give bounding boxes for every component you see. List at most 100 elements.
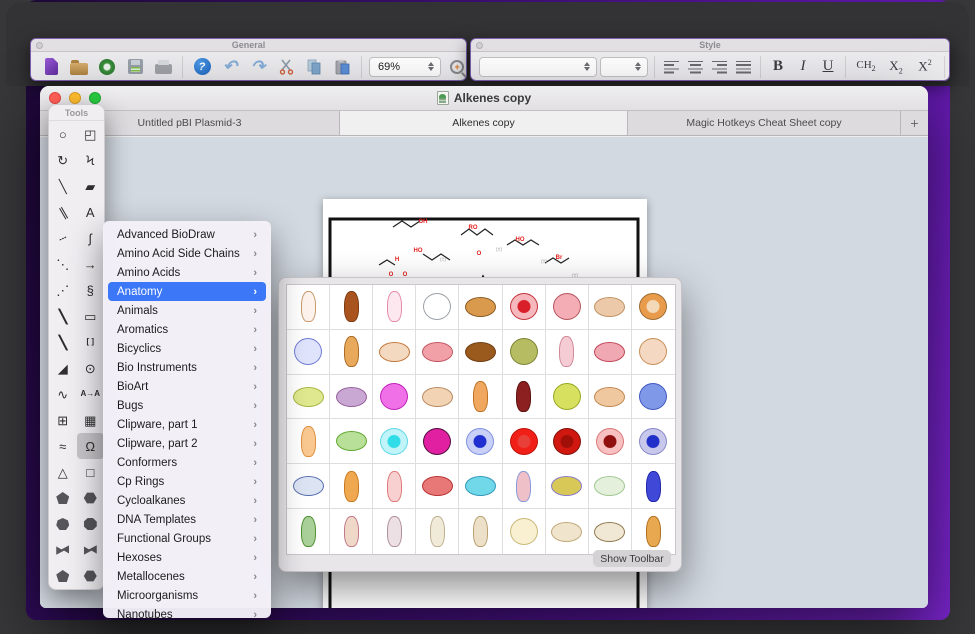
- clipart-heart[interactable]: [546, 285, 589, 330]
- show-toolbar-button[interactable]: Show Toolbar: [593, 550, 671, 567]
- tool-atom-to-atom[interactable]: A→A: [77, 381, 105, 407]
- clipart-dna-colorful[interactable]: [546, 464, 589, 509]
- zoom-level-field[interactable]: 69%: [369, 57, 441, 77]
- clipart-muscle[interactable]: [503, 375, 546, 420]
- menu-item-clipware-part-2[interactable]: Clipware, part 2›: [108, 434, 266, 453]
- save-button[interactable]: [123, 55, 147, 79]
- clipart-ear[interactable]: [632, 330, 675, 375]
- clipart-cancer-cell[interactable]: [416, 419, 459, 464]
- open-button[interactable]: [67, 55, 91, 79]
- menu-item-amino-acids[interactable]: Amino Acids›: [108, 263, 266, 282]
- clipart-liver[interactable]: [459, 330, 502, 375]
- close-window-button[interactable]: [49, 92, 61, 104]
- tool-hexagon-ring[interactable]: [77, 485, 105, 511]
- tool-polymer[interactable]: ≈: [49, 433, 77, 459]
- tool-squiggle[interactable]: ∿: [49, 381, 77, 407]
- clipart-dna-strand-cyan[interactable]: [459, 464, 502, 509]
- tool-benzene-ring[interactable]: [77, 563, 105, 589]
- font-size-select[interactable]: [600, 57, 648, 77]
- tool-wedge-line[interactable]: ╲: [49, 329, 77, 355]
- clipart-uterus[interactable]: [589, 330, 632, 375]
- align-center-button[interactable]: [685, 55, 706, 79]
- tool-orbital[interactable]: ⊙: [77, 355, 105, 381]
- font-family-select[interactable]: [479, 57, 597, 77]
- cut-button[interactable]: [274, 55, 298, 79]
- clipart-brain[interactable]: [459, 285, 502, 330]
- clipart-kidney[interactable]: [330, 330, 373, 375]
- toolbar-close-button[interactable]: [476, 42, 483, 49]
- clipart-neuron-long[interactable]: [330, 419, 373, 464]
- clipart-dna-helix[interactable]: [503, 464, 546, 509]
- align-justify-button[interactable]: [733, 55, 754, 79]
- italic-button[interactable]: I: [792, 55, 814, 79]
- menu-item-dna-templates[interactable]: DNA Templates›: [108, 510, 266, 529]
- tool-multiple-bond[interactable]: ∥: [49, 199, 77, 225]
- tab-magic-hotkeys-cheat-sheet-copy[interactable]: Magic Hotkeys Cheat Sheet copy: [628, 111, 901, 135]
- clipart-femur[interactable]: [459, 509, 502, 554]
- tool-lasso[interactable]: ○: [49, 121, 77, 147]
- formula-button[interactable]: CH2: [852, 55, 880, 79]
- tool-rotate[interactable]: ↻: [49, 147, 77, 173]
- menu-item-conformers[interactable]: Conformers›: [108, 453, 266, 472]
- clipart-rna-pattern[interactable]: [589, 464, 632, 509]
- menu-item-advanced-biodraw[interactable]: Advanced BioDraw›: [108, 225, 266, 244]
- menu-item-metallocenes[interactable]: Metallocenes›: [108, 567, 266, 586]
- clipart-pancreas[interactable]: [287, 375, 330, 420]
- menu-item-bicyclics[interactable]: Bicyclics›: [108, 339, 266, 358]
- tool-arrow[interactable]: →: [77, 251, 105, 277]
- redo-button[interactable]: ↷: [246, 55, 270, 79]
- underline-button[interactable]: U: [817, 55, 839, 79]
- tool-text[interactable]: A: [77, 199, 105, 225]
- clipart-circulatory-figure[interactable]: [373, 509, 416, 554]
- menu-item-functional-groups[interactable]: Functional Groups›: [108, 529, 266, 548]
- tool-triangle-ring[interactable]: △: [49, 459, 77, 485]
- clipart-gland[interactable]: [589, 285, 632, 330]
- menu-item-cp-rings[interactable]: Cp Rings›: [108, 472, 266, 491]
- menu-item-nanotubes[interactable]: Nanotubes›: [108, 605, 266, 618]
- tool-solid-wedge[interactable]: ◢: [49, 355, 77, 381]
- clipart-spine-green[interactable]: [287, 509, 330, 554]
- clipart-chromosome-orange[interactable]: [330, 464, 373, 509]
- print-button[interactable]: [151, 55, 175, 79]
- copy-button[interactable]: [302, 55, 326, 79]
- help-button[interactable]: ?: [190, 55, 214, 79]
- clipart-synapse[interactable]: [632, 375, 675, 420]
- clipart-vertebrae[interactable]: [632, 509, 675, 554]
- new-document-button[interactable]: [39, 55, 63, 79]
- menu-item-cycloalkanes[interactable]: Cycloalkanes›: [108, 491, 266, 510]
- clipart-astrocyte[interactable]: [287, 419, 330, 464]
- undo-button[interactable]: ↶: [218, 55, 242, 79]
- tool-template-panel[interactable]: ▦: [77, 407, 105, 433]
- menu-item-microorganisms[interactable]: Microorganisms›: [108, 586, 266, 605]
- clipart-nerve-cell-magenta[interactable]: [373, 375, 416, 420]
- tool-curve[interactable]: §: [77, 277, 105, 303]
- tool-cyclopentadiene-ring[interactable]: [49, 563, 77, 589]
- clipart-cell-cyan[interactable]: [373, 419, 416, 464]
- tool-bold-bond[interactable]: ╲: [49, 303, 77, 329]
- tool-table[interactable]: ⊞: [49, 407, 77, 433]
- clipart-skeleton[interactable]: [416, 509, 459, 554]
- clipart-blood-cell-stack[interactable]: [589, 419, 632, 464]
- menu-item-hexoses[interactable]: Hexoses›: [108, 548, 266, 567]
- tool-stamp[interactable]: Ω: [77, 433, 105, 459]
- tab-alkenes-copy[interactable]: Alkenes copy: [340, 111, 628, 135]
- tool-rectangle[interactable]: ▭: [77, 303, 105, 329]
- clipart-chromosome-pink[interactable]: [373, 464, 416, 509]
- tool-chair-ring-2[interactable]: [77, 537, 105, 563]
- clipart-chromosome-blue[interactable]: [632, 464, 675, 509]
- tool-octagon-ring[interactable]: [77, 511, 105, 537]
- new-tab-button[interactable]: +: [901, 111, 928, 135]
- tool-heptagon-ring[interactable]: [49, 511, 77, 537]
- clipart-neuron-green[interactable]: [546, 375, 589, 420]
- clipart-stomach[interactable]: [503, 330, 546, 375]
- tool-marquee[interactable]: ◰: [77, 121, 105, 147]
- bold-button[interactable]: B: [767, 55, 789, 79]
- tool-chair-ring-1[interactable]: [49, 537, 77, 563]
- clipart-lungs[interactable]: [373, 330, 416, 375]
- zoom-stepper[interactable]: [425, 59, 437, 75]
- tool-hashed-wedge[interactable]: ⋰: [49, 277, 77, 303]
- tool-pen[interactable]: ʃ: [77, 225, 105, 251]
- clipart-karyotype[interactable]: [287, 464, 330, 509]
- clipart-embryo[interactable]: [546, 330, 589, 375]
- tool-dashed-bond[interactable]: ┄: [49, 225, 77, 251]
